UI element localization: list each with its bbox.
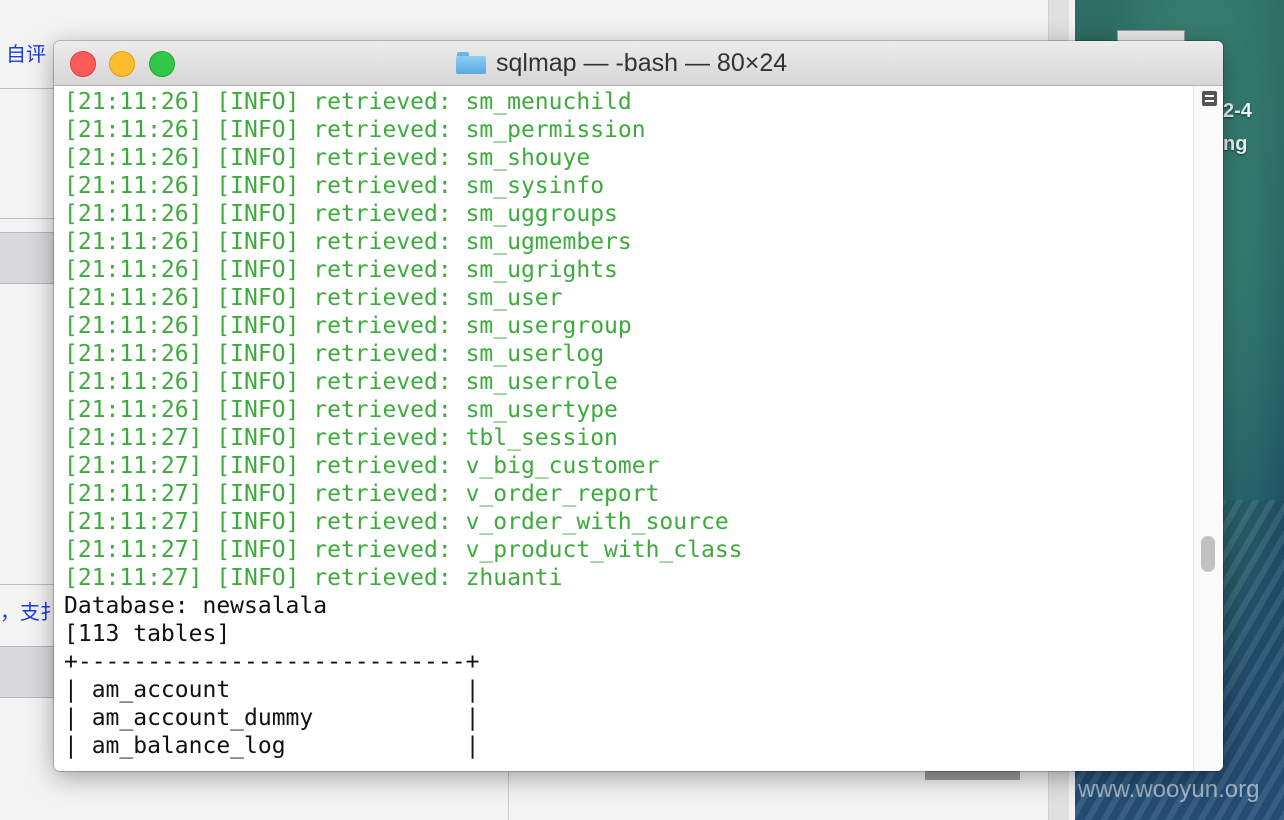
desktop-label-line2: ng — [1223, 133, 1248, 155]
terminal-line: [113 tables] — [64, 621, 231, 647]
terminal-line: [21:11:27] [INFO] retrieved: v_order_rep… — [64, 481, 660, 507]
terminal-scrollbar[interactable] — [1193, 86, 1223, 771]
close-button[interactable] — [70, 51, 96, 77]
zoom-button[interactable] — [149, 51, 175, 77]
terminal-line: [21:11:26] [INFO] retrieved: sm_ugrights — [64, 257, 618, 283]
scroll-thumb[interactable] — [1201, 536, 1215, 572]
background-panel — [0, 646, 60, 698]
terminal-line: Database: newsalala — [64, 593, 328, 619]
terminal-line: [21:11:26] [INFO] retrieved: sm_user — [64, 285, 563, 311]
desktop-label-line1: 2-4 — [1223, 100, 1252, 122]
minimize-button[interactable] — [109, 51, 135, 77]
terminal-line: | am_balance_log | — [64, 733, 480, 759]
background-divider — [0, 584, 60, 585]
background-bar — [925, 770, 1020, 780]
terminal-line: [21:11:27] [INFO] retrieved: zhuanti — [64, 565, 563, 591]
terminal-output[interactable]: [21:11:26] [INFO] retrieved: sm_menuchil… — [54, 86, 1194, 771]
terminal-line: [21:11:27] [INFO] retrieved: tbl_session — [64, 425, 618, 451]
background-divider — [0, 88, 60, 89]
terminal-window[interactable]: sqlmap — -bash — 80×24 [21:11:26] [INFO]… — [54, 41, 1223, 771]
terminal-line: +----------------------------+ — [64, 649, 480, 675]
terminal-line: [21:11:26] [INFO] retrieved: sm_userrole — [64, 369, 618, 395]
split-pane-icon[interactable] — [1202, 91, 1217, 106]
terminal-line: [21:11:26] [INFO] retrieved: sm_shouye — [64, 145, 591, 171]
terminal-line: [21:11:26] [INFO] retrieved: sm_ugmember… — [64, 229, 632, 255]
terminal-line: [21:11:26] [INFO] retrieved: sm_usertype — [64, 397, 618, 423]
terminal-line: | am_account | — [64, 677, 480, 703]
background-divider — [0, 218, 60, 219]
terminal-line: [21:11:26] [INFO] retrieved: sm_sysinfo — [64, 173, 605, 199]
background-link-text[interactable]: 自评 — [6, 38, 46, 67]
terminal-line: [21:11:26] [INFO] retrieved: sm_permissi… — [64, 117, 646, 143]
window-title: sqlmap — -bash — 80×24 — [496, 48, 788, 77]
watermark: www.wooyun.org — [1078, 776, 1260, 803]
window-title-group: sqlmap — -bash — 80×24 — [456, 49, 787, 77]
terminal-line: [21:11:26] [INFO] retrieved: sm_userlog — [64, 341, 605, 367]
terminal-line: [21:11:26] [INFO] retrieved: sm_uggroups — [64, 201, 618, 227]
terminal-line: [21:11:26] [INFO] retrieved: sm_menuchil… — [64, 89, 632, 115]
background-link-text-2[interactable]: ，支扌 — [0, 596, 60, 625]
terminal-line: [21:11:26] [INFO] retrieved: sm_usergrou… — [64, 313, 632, 339]
terminal-line: | am_account_dummy | — [64, 705, 480, 731]
terminal-line: [21:11:27] [INFO] retrieved: v_big_custo… — [64, 453, 660, 479]
title-bar[interactable]: sqlmap — -bash — 80×24 — [54, 41, 1223, 86]
background-divider — [508, 770, 509, 820]
terminal-line: [21:11:27] [INFO] retrieved: v_product_w… — [64, 537, 743, 563]
folder-icon — [456, 52, 486, 74]
background-panel — [0, 232, 60, 284]
terminal-line: [21:11:27] [INFO] retrieved: v_order_wit… — [64, 509, 729, 535]
